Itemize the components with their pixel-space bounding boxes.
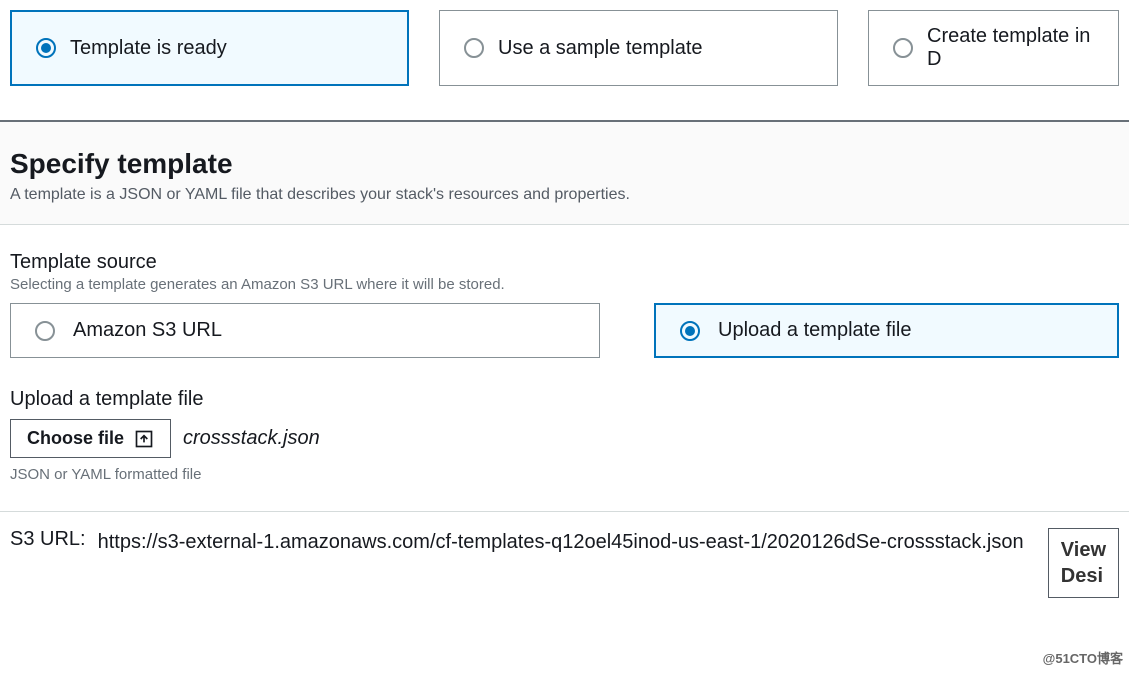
upload-row: Choose file crossstack.json [10,419,1119,458]
specify-template-header: Specify template A template is a JSON or… [0,122,1129,224]
option-label: Amazon S3 URL [73,319,222,342]
radio-icon [36,38,56,58]
template-source-options: Amazon S3 URL Upload a template file [10,303,1119,358]
specify-template-subtitle: A template is a JSON or YAML file that d… [10,186,1119,204]
upload-icon [134,429,154,449]
option-label: Template is ready [70,37,227,60]
option-label: Use a sample template [498,37,703,60]
upload-template-block: Upload a template file Choose file cross… [10,388,1119,483]
view-label-line1: View [1061,539,1106,561]
watermark: @51CTO博客 [1043,648,1123,667]
option-create-template-in-designer[interactable]: Create template in D [868,10,1119,86]
radio-icon [35,321,55,341]
option-template-is-ready[interactable]: Template is ready [10,10,409,86]
selected-file-name: crossstack.json [183,427,320,450]
specify-template-title: Specify template [10,148,1119,180]
radio-icon [464,38,484,58]
s3-url-label: S3 URL: [10,528,86,551]
template-source-label: Template source [10,251,1119,274]
view-in-designer-button[interactable]: View Desi [1048,528,1119,598]
option-amazon-s3-url[interactable]: Amazon S3 URL [10,303,600,358]
option-label: Upload a template file [718,319,911,342]
template-source-help: Selecting a template generates an Amazon… [10,276,1119,293]
choose-file-button[interactable]: Choose file [10,419,171,458]
s3-url-value: https://s3-external-1.amazonaws.com/cf-t… [98,528,1036,557]
radio-icon [680,321,700,341]
option-use-sample-template[interactable]: Use a sample template [439,10,838,86]
file-format-help: JSON or YAML formatted file [10,466,1119,483]
upload-template-label: Upload a template file [10,388,1119,411]
choose-file-label: Choose file [27,428,124,449]
option-label: Create template in D [927,25,1094,71]
s3-url-row: S3 URL: https://s3-external-1.amazonaws.… [0,511,1129,608]
template-source-section: Template source Selecting a template gen… [0,225,1129,483]
view-label-line2: Desi [1061,565,1103,587]
prerequisite-options-row: Template is ready Use a sample template … [0,0,1129,120]
option-upload-template-file[interactable]: Upload a template file [654,303,1119,358]
radio-icon [893,38,913,58]
